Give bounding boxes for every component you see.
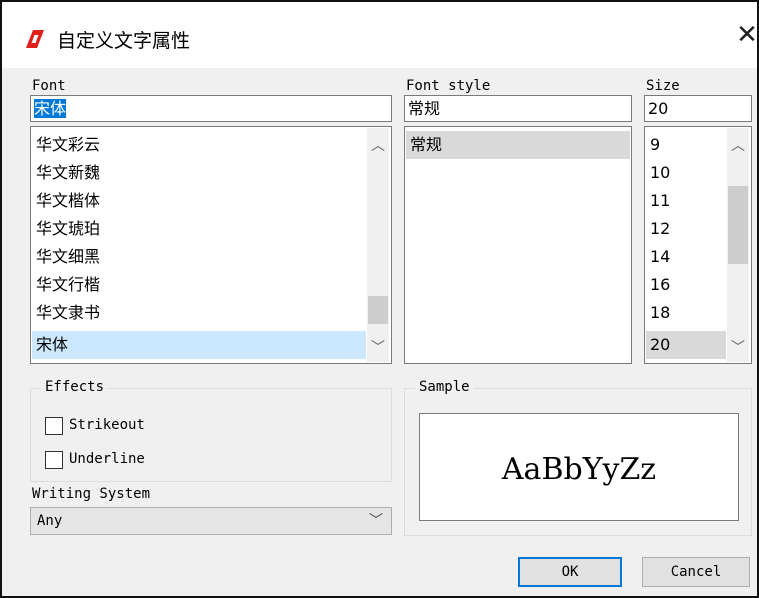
- writing-system-label: Writing System: [32, 486, 151, 502]
- scroll-down-icon[interactable]: ﹀: [730, 340, 746, 356]
- sample-group: Sample AaBbYyZz: [404, 379, 752, 536]
- underline-checkbox[interactable]: [45, 451, 63, 469]
- underline-label[interactable]: Underline: [69, 451, 145, 467]
- size-list-scrollbar[interactable]: ︿ ﹀: [727, 128, 749, 362]
- font-list[interactable]: 华文彩云 华文新魏 华文楷体 华文琥珀 华文细黑 华文行楷 华文隶书 宋体 ︿ …: [30, 126, 392, 364]
- close-icon[interactable]: ✕: [732, 20, 759, 50]
- sample-text: AaBbYyZz: [501, 452, 657, 487]
- list-item[interactable]: 华文隶书: [32, 299, 366, 327]
- list-item[interactable]: 华文新魏: [32, 159, 366, 187]
- list-item[interactable]: 华文琥珀: [32, 215, 366, 243]
- font-list-scrollbar[interactable]: ︿ ﹀: [367, 128, 389, 362]
- size-input[interactable]: 20: [644, 95, 752, 122]
- size-list[interactable]: 9 10 11 12 14 16 18 20 ︿ ﹀: [644, 126, 752, 364]
- font-dialog: 自定义文字属性 ✕ Font 宋体 华文彩云 华文新魏 华文楷体 华文琥珀 华文…: [0, 0, 759, 598]
- ok-button[interactable]: OK: [518, 557, 622, 587]
- font-style-label: Font style: [406, 78, 491, 94]
- list-item-selected[interactable]: 宋体: [32, 331, 366, 359]
- font-style-input[interactable]: 常规: [404, 95, 632, 122]
- list-item[interactable]: 12: [646, 215, 726, 243]
- list-item[interactable]: 华文彩云: [32, 131, 366, 159]
- list-item[interactable]: 华文楷体: [32, 187, 366, 215]
- cancel-button[interactable]: Cancel: [642, 557, 750, 587]
- list-item[interactable]: 9: [646, 131, 726, 159]
- chevron-down-icon: ﹀: [369, 513, 383, 529]
- list-item[interactable]: 11: [646, 187, 726, 215]
- font-input-value: 宋体: [34, 99, 67, 118]
- app-logo-icon: [26, 30, 44, 48]
- scroll-up-icon[interactable]: ︿: [730, 138, 746, 154]
- strikeout-label[interactable]: Strikeout: [69, 417, 145, 433]
- list-item-selected[interactable]: 常规: [406, 131, 630, 159]
- writing-system-select[interactable]: Any ﹀: [30, 507, 392, 535]
- list-item[interactable]: 10: [646, 159, 726, 187]
- scroll-up-icon[interactable]: ︿: [370, 138, 386, 154]
- scroll-down-icon[interactable]: ﹀: [370, 340, 386, 356]
- list-item[interactable]: 16: [646, 271, 726, 299]
- list-item-selected[interactable]: 20: [646, 331, 726, 359]
- window-title: 自定义文字属性: [57, 30, 191, 52]
- font-label: Font: [32, 78, 66, 94]
- effects-title: Effects: [41, 379, 109, 395]
- strikeout-checkbox[interactable]: [45, 417, 63, 435]
- size-label: Size: [646, 78, 680, 94]
- sample-title: Sample: [415, 379, 474, 395]
- title-bar: 自定义文字属性 ✕: [2, 2, 759, 68]
- font-style-list[interactable]: 常规: [404, 126, 632, 364]
- writing-system-value: Any: [37, 513, 63, 529]
- sample-preview: AaBbYyZz: [419, 413, 739, 521]
- list-item[interactable]: 18: [646, 299, 726, 327]
- scroll-thumb[interactable]: [728, 186, 748, 264]
- effects-group: Effects Strikeout Underline: [30, 379, 392, 482]
- list-item[interactable]: 华文行楷: [32, 271, 366, 299]
- font-input[interactable]: 宋体: [30, 95, 392, 122]
- scroll-thumb[interactable]: [368, 296, 388, 324]
- list-item[interactable]: 华文细黑: [32, 243, 366, 271]
- list-item[interactable]: 14: [646, 243, 726, 271]
